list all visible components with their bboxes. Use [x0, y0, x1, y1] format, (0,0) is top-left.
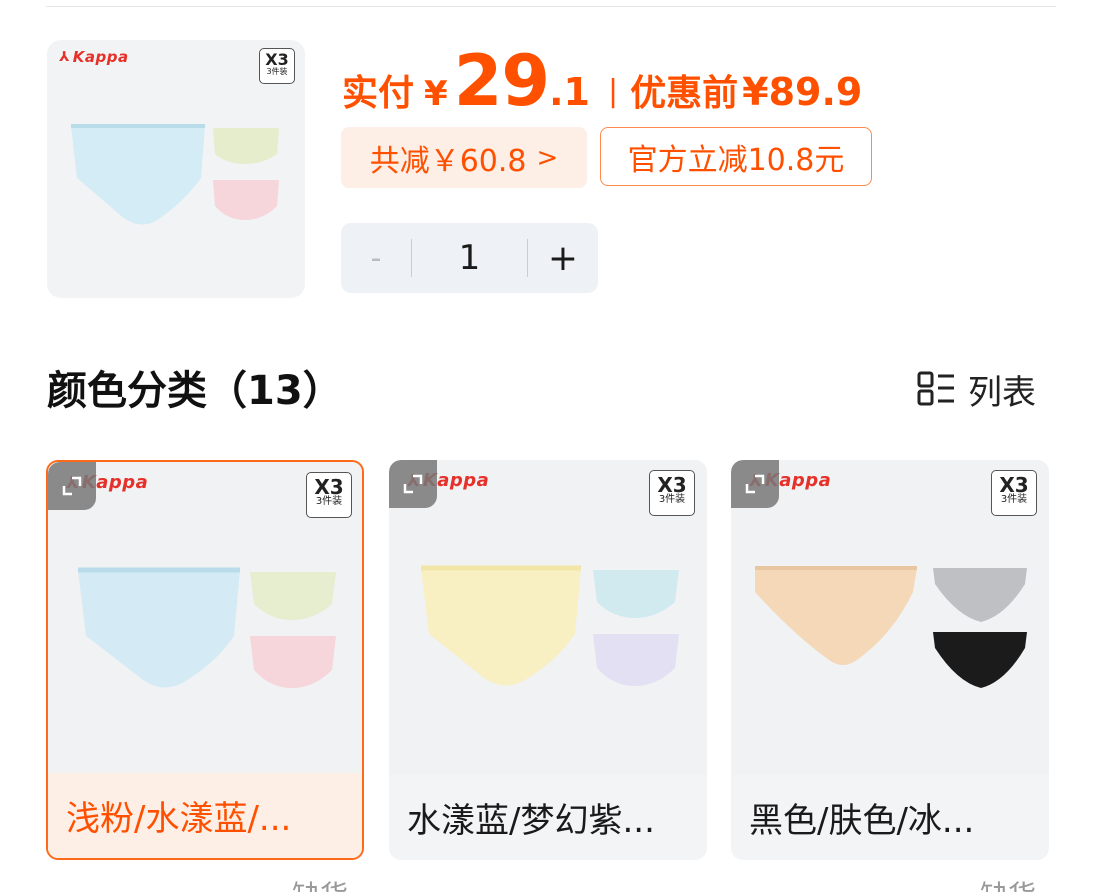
product-image-panties [421, 565, 679, 686]
currency-symbol: ¥ [424, 74, 448, 114]
price-integer: 29 [453, 40, 550, 122]
out-of-stock-label: 缺货 [980, 874, 1036, 892]
list-view-icon [917, 371, 954, 406]
official-discount-label: 官方立减10.8元 [627, 142, 845, 178]
price-decimal: .1 [549, 70, 590, 114]
price-separator: | [608, 74, 619, 109]
expand-image-button[interactable] [389, 460, 437, 508]
before-discount-label: 优惠前 [630, 73, 739, 114]
variant-label: 浅粉/水漾蓝/... [48, 773, 362, 858]
official-discount-tag: 官方立减10.8元 [600, 127, 872, 186]
pack-tag: X3 3件装 [306, 472, 352, 518]
sku-selector-sheet: ⅄ Kappa X3 3件装 实付 ¥ 29 .1 | 优惠前 ¥89.9 共减￥… [0, 0, 1102, 892]
before-discount-price: ¥89.9 [742, 70, 863, 114]
total-discount-label: 共减￥60.8 [369, 143, 527, 179]
list-view-label: 列表 [968, 372, 1036, 413]
chevron-right-icon: > [536, 142, 559, 173]
product-image-panties [755, 566, 1027, 688]
decrease-button[interactable]: - [341, 223, 411, 293]
variant-card[interactable]: ⅄Kappa X3 3件装 浅粉/水漾蓝/... [46, 460, 364, 860]
out-of-stock-label: 缺货 [292, 874, 348, 892]
pack-tag: X3 3件装 [259, 48, 295, 84]
paid-label: 实付 [342, 73, 415, 114]
product-image-panties [78, 567, 336, 688]
pack-tag: X3 3件装 [991, 470, 1037, 516]
product-image-panties [71, 124, 279, 225]
increase-button[interactable]: + [528, 223, 598, 293]
variant-card[interactable]: ⅄Kappa X3 3件装 水漾蓝/梦幻紫... [389, 460, 707, 860]
variant-label: 水漾蓝/梦幻紫... [407, 801, 655, 841]
expand-image-button[interactable] [48, 462, 96, 510]
product-thumbnail[interactable]: ⅄ Kappa X3 3件装 [47, 40, 305, 298]
pack-tag: X3 3件装 [649, 470, 695, 516]
variant-label: 黑色/肤色/冰... [749, 801, 975, 841]
expand-icon [745, 474, 765, 494]
brand-logo: ⅄Kappa [59, 48, 129, 66]
quantity-value[interactable]: 1 [412, 223, 527, 293]
variant-card[interactable]: ⅄Kappa X3 3件装 黑色/肤色/冰... [731, 460, 1049, 860]
variant-image: ⅄Kappa X3 3件装 [48, 462, 362, 777]
section-title: 颜色分类（13） [47, 368, 343, 414]
price-row: 实付 ¥ 29 .1 | 优惠前 ¥89.9 [342, 40, 863, 122]
list-view-toggle[interactable]: 列表 [916, 364, 1036, 414]
top-divider [46, 6, 1056, 7]
expand-icon [62, 476, 82, 496]
expand-image-button[interactable] [731, 460, 779, 508]
quantity-stepper: - 1 + [341, 223, 598, 293]
variant-image: ⅄Kappa X3 3件装 [389, 460, 707, 775]
total-discount-button[interactable]: 共减￥60.8 > [341, 127, 587, 188]
expand-icon [403, 474, 423, 494]
variant-image: ⅄Kappa X3 3件装 [731, 460, 1049, 775]
